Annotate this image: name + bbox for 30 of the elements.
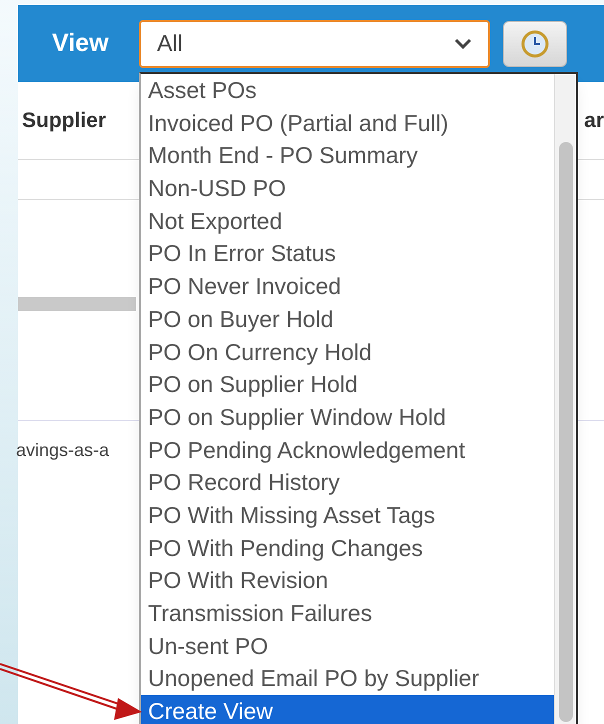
column-header: ar: [584, 108, 604, 134]
dropdown-option[interactable]: Invoiced PO (Partial and Full): [141, 106, 554, 140]
dropdown-option[interactable]: Asset POs: [141, 74, 554, 107]
dropdown-option[interactable]: PO on Supplier Window Hold: [141, 400, 554, 434]
dropdown-option[interactable]: Month End - PO Summary: [141, 139, 554, 172]
dropdown-option[interactable]: PO Pending Acknowledgement: [141, 434, 554, 466]
dropdown-option[interactable]: PO In Error Status: [141, 237, 554, 270]
clock-icon: [521, 30, 549, 58]
dropdown-option[interactable]: PO Record History: [141, 466, 554, 499]
dropdown-option[interactable]: PO on Buyer Hold: [141, 302, 554, 336]
history-button[interactable]: [503, 20, 567, 66]
view-select[interactable]: All: [139, 20, 490, 68]
horizontal-scrollbar[interactable]: [18, 297, 136, 311]
scrollbar-thumb[interactable]: [558, 142, 572, 722]
dropdown-option[interactable]: PO With Missing Asset Tags: [141, 498, 554, 532]
dropdown-option[interactable]: Non-USD PO: [141, 172, 554, 205]
chevron-down-icon: [454, 38, 472, 50]
dropdown-option[interactable]: PO With Pending Changes: [141, 532, 554, 564]
dropdown-option[interactable]: PO With Revision: [141, 564, 554, 597]
column-header: Supplier: [21, 108, 106, 134]
view-label: View: [52, 28, 110, 59]
dropdown-option[interactable]: PO On Currency Hold: [141, 336, 554, 368]
dropdown-option[interactable]: PO on Supplier Hold: [141, 368, 554, 401]
dropdown-option[interactable]: PO Never Invoiced: [141, 270, 554, 303]
dropdown-option[interactable]: Not Exported: [141, 204, 554, 238]
table-cell-text: avings-as-a: [16, 438, 110, 462]
dropdown-option[interactable]: Transmission Failures: [141, 597, 554, 630]
dropdown-option[interactable]: Create View: [141, 695, 554, 724]
dropdown-option[interactable]: Unopened Email PO by Supplier: [141, 662, 554, 696]
dropdown-option[interactable]: Un-sent PO: [141, 630, 554, 662]
